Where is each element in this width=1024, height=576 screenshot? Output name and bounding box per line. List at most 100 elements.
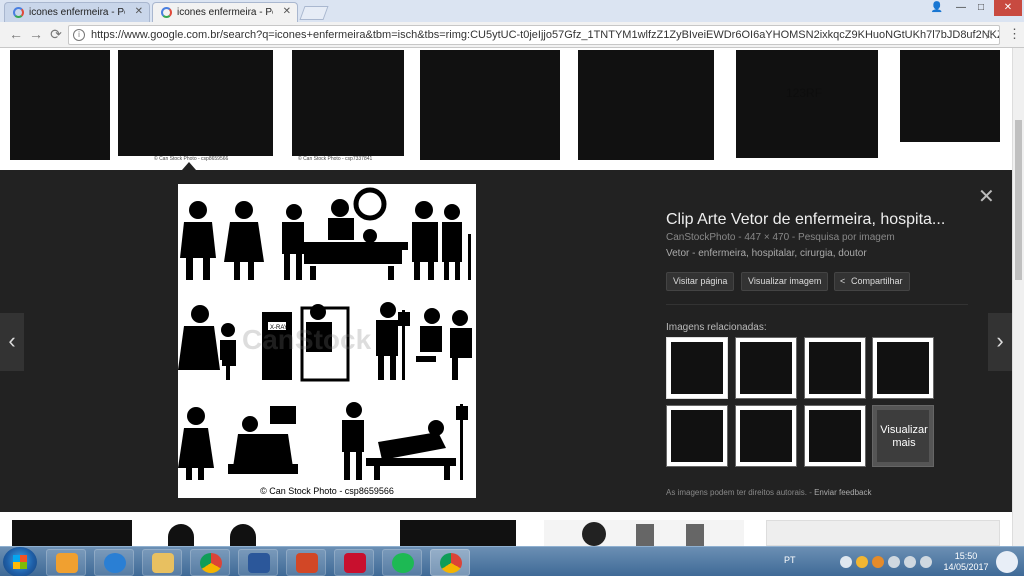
view-image-button[interactable]: Visualizar imagem: [741, 272, 829, 291]
view-more-button[interactable]: Visualizar mais: [872, 405, 934, 467]
thumbnail-image[interactable]: [292, 50, 404, 156]
language-indicator[interactable]: PT: [784, 555, 796, 565]
taskbar-app-acrobat[interactable]: [334, 549, 374, 576]
taskbar-app-word[interactable]: [238, 549, 278, 576]
share-button[interactable]: < Compartilhar: [834, 272, 910, 291]
related-image[interactable]: [804, 405, 866, 467]
thumbnail-image[interactable]: [736, 50, 878, 158]
preview-meta: CanStockPhoto - 447 × 470 - Pesquisa por…: [666, 232, 895, 243]
back-icon[interactable]: ←: [8, 26, 24, 42]
view-more-label: Visualizar mais: [880, 424, 928, 449]
volume-icon[interactable]: [904, 556, 916, 568]
thumbnail-image[interactable]: [420, 50, 560, 160]
url-text: https://www.google.com.br/search?q=icone…: [91, 29, 1000, 41]
clock[interactable]: 15:50 14/05/2017: [938, 551, 994, 573]
browser-toolbar: ← → ⟳ i https://www.google.com.br/search…: [0, 22, 1024, 48]
visit-page-button[interactable]: Visitar página: [666, 272, 735, 291]
preview-title[interactable]: Clip Arte Vetor de enfermeira, hospita..…: [666, 211, 945, 229]
tab-1[interactable]: icones enfermeira - Pesqu ✕: [4, 2, 150, 22]
maximize-button[interactable]: □: [972, 0, 990, 16]
chrome-icon: [440, 553, 462, 573]
thumbnail-image[interactable]: [766, 520, 1000, 546]
taskbar-app-chrome[interactable]: [190, 549, 230, 576]
related-image[interactable]: [666, 405, 728, 467]
bottom-thumbnail-row: [0, 512, 1012, 546]
related-image[interactable]: [666, 337, 728, 399]
taskbar-app-chrome-active[interactable]: [430, 549, 470, 576]
taskbar-app-internet-explorer[interactable]: [94, 549, 134, 576]
acrobat-icon: [344, 553, 366, 573]
preview-image[interactable]: X-RAY CanStock © Can Stock Photo - csp86…: [178, 184, 476, 498]
share-icon: <: [840, 276, 846, 286]
selected-thumbnail-caret: [182, 162, 196, 170]
tab-2-title: icones enfermeira - Pesqu: [177, 7, 273, 18]
word-icon: [248, 553, 270, 573]
address-bar[interactable]: i https://www.google.com.br/search?q=ico…: [68, 25, 1000, 45]
close-preview-icon[interactable]: ✕: [978, 184, 995, 209]
top-thumbnail-row: © Can Stock Photo - csp8659566 © Can Sto…: [0, 48, 1012, 170]
close-window-button[interactable]: ✕: [994, 0, 1022, 16]
related-image[interactable]: [735, 405, 797, 467]
system-tray: PT 15:50 14/05/2017: [780, 547, 1024, 576]
thumbnail-image[interactable]: [12, 520, 132, 546]
network-icon[interactable]: [888, 556, 900, 568]
chrome-menu-icon[interactable]: ⋮: [1008, 26, 1021, 42]
thumbnail-credit: © Can Stock Photo - csp7337841: [298, 156, 373, 162]
media-player-icon: [56, 553, 78, 573]
related-image[interactable]: [804, 337, 866, 399]
minimize-button[interactable]: —: [952, 0, 970, 16]
chrome-icon: [200, 553, 222, 573]
google-favicon-icon: [161, 7, 172, 18]
tab-1-title: icones enfermeira - Pesqu: [29, 7, 125, 18]
scrollbar-thumb[interactable]: [1015, 120, 1022, 280]
next-image-button[interactable]: ›: [988, 313, 1012, 371]
new-tab-button[interactable]: [299, 6, 329, 20]
google-favicon-icon: [13, 7, 24, 18]
tab-close-icon[interactable]: ✕: [283, 6, 291, 17]
windows-taskbar: PT 15:50 14/05/2017: [0, 546, 1024, 576]
page-scrollbar[interactable]: [1012, 48, 1024, 546]
tray-icon[interactable]: [872, 556, 884, 568]
windows-logo-icon: [13, 555, 27, 569]
tab-strip: icones enfermeira - Pesqu ✕ icones enfer…: [0, 0, 1024, 22]
tab-close-icon[interactable]: ✕: [135, 6, 143, 17]
previous-image-button[interactable]: ‹: [0, 313, 24, 371]
user-icon[interactable]: 👤: [928, 0, 946, 16]
spotify-icon: [392, 553, 414, 573]
related-images-header: Imagens relacionadas:: [666, 322, 767, 333]
weather-icon[interactable]: [996, 551, 1018, 573]
taskbar-app-file-explorer[interactable]: [142, 549, 182, 576]
thumbnail-image[interactable]: [578, 50, 714, 160]
tray-icon[interactable]: [840, 556, 852, 568]
share-label: Compartilhar: [851, 276, 903, 286]
related-image[interactable]: [872, 337, 934, 399]
related-image[interactable]: [735, 337, 797, 399]
tab-2[interactable]: icones enfermeira - Pesqu ✕: [152, 2, 298, 22]
image-credit: © Can Stock Photo - csp8659566: [260, 486, 394, 496]
powerpoint-icon: [296, 553, 318, 573]
reload-icon[interactable]: ⟳: [48, 26, 64, 43]
start-button[interactable]: [3, 547, 37, 576]
copyright-notice: As imagens podem ter direitos autorais. …: [666, 488, 872, 497]
bookmark-star-icon[interactable]: ☆: [983, 26, 995, 44]
taskbar-app-spotify[interactable]: [382, 549, 422, 576]
thumbnail-image[interactable]: [10, 50, 110, 160]
feedback-link[interactable]: Enviar feedback: [814, 488, 871, 497]
tray-icon[interactable]: [856, 556, 868, 568]
taskbar-app-powerpoint[interactable]: [286, 549, 326, 576]
clock-time: 15:50: [954, 551, 978, 561]
thumbnail-image[interactable]: [544, 520, 744, 546]
thumbnail-image[interactable]: [118, 50, 273, 156]
thumbnail-watermark: 123RF: [786, 86, 823, 100]
taskbar-app-media-player[interactable]: [46, 549, 86, 576]
watermark-text: CanStock: [242, 324, 372, 355]
thumbnail-image[interactable]: [900, 50, 1000, 142]
forward-icon[interactable]: →: [28, 26, 44, 42]
site-info-icon[interactable]: i: [73, 29, 85, 41]
thumbnail-image[interactable]: [400, 520, 516, 546]
preview-tags: Vetor - enfermeira, hospitalar, cirurgia…: [666, 248, 867, 259]
thumbnail-image[interactable]: [150, 520, 270, 546]
divider: [666, 304, 968, 305]
flag-icon[interactable]: [920, 556, 932, 568]
rights-text: As imagens podem ter direitos autorais.: [666, 488, 807, 497]
